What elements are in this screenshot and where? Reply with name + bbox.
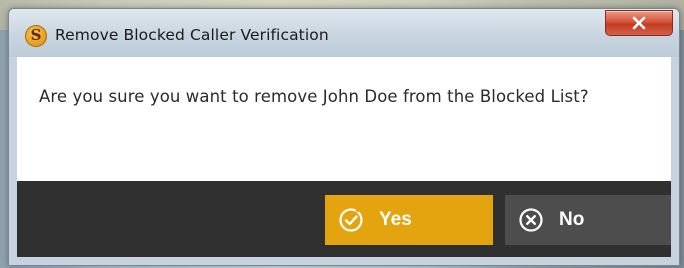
- confirm-dialog: S Remove Blocked Caller Verification Are…: [8, 8, 680, 266]
- close-x-icon: [632, 16, 646, 30]
- yes-button-label: Yes: [379, 209, 412, 230]
- app-logo-letter: S: [30, 26, 42, 44]
- no-button-label: No: [559, 209, 585, 230]
- check-circle-icon: [337, 206, 365, 234]
- button-bar: Yes No: [17, 181, 671, 257]
- window-bottom-border: [9, 257, 679, 265]
- no-button[interactable]: No: [505, 195, 671, 245]
- yes-button[interactable]: Yes: [325, 195, 493, 245]
- title-bar[interactable]: S Remove Blocked Caller Verification: [9, 9, 679, 57]
- window-title: Remove Blocked Caller Verification: [55, 26, 329, 44]
- close-button[interactable]: [605, 10, 673, 36]
- app-logo-icon: S: [25, 25, 47, 47]
- dialog-content: Are you sure you want to remove John Doe…: [17, 57, 671, 181]
- x-circle-icon: [517, 206, 545, 234]
- confirmation-message: Are you sure you want to remove John Doe…: [39, 87, 589, 106]
